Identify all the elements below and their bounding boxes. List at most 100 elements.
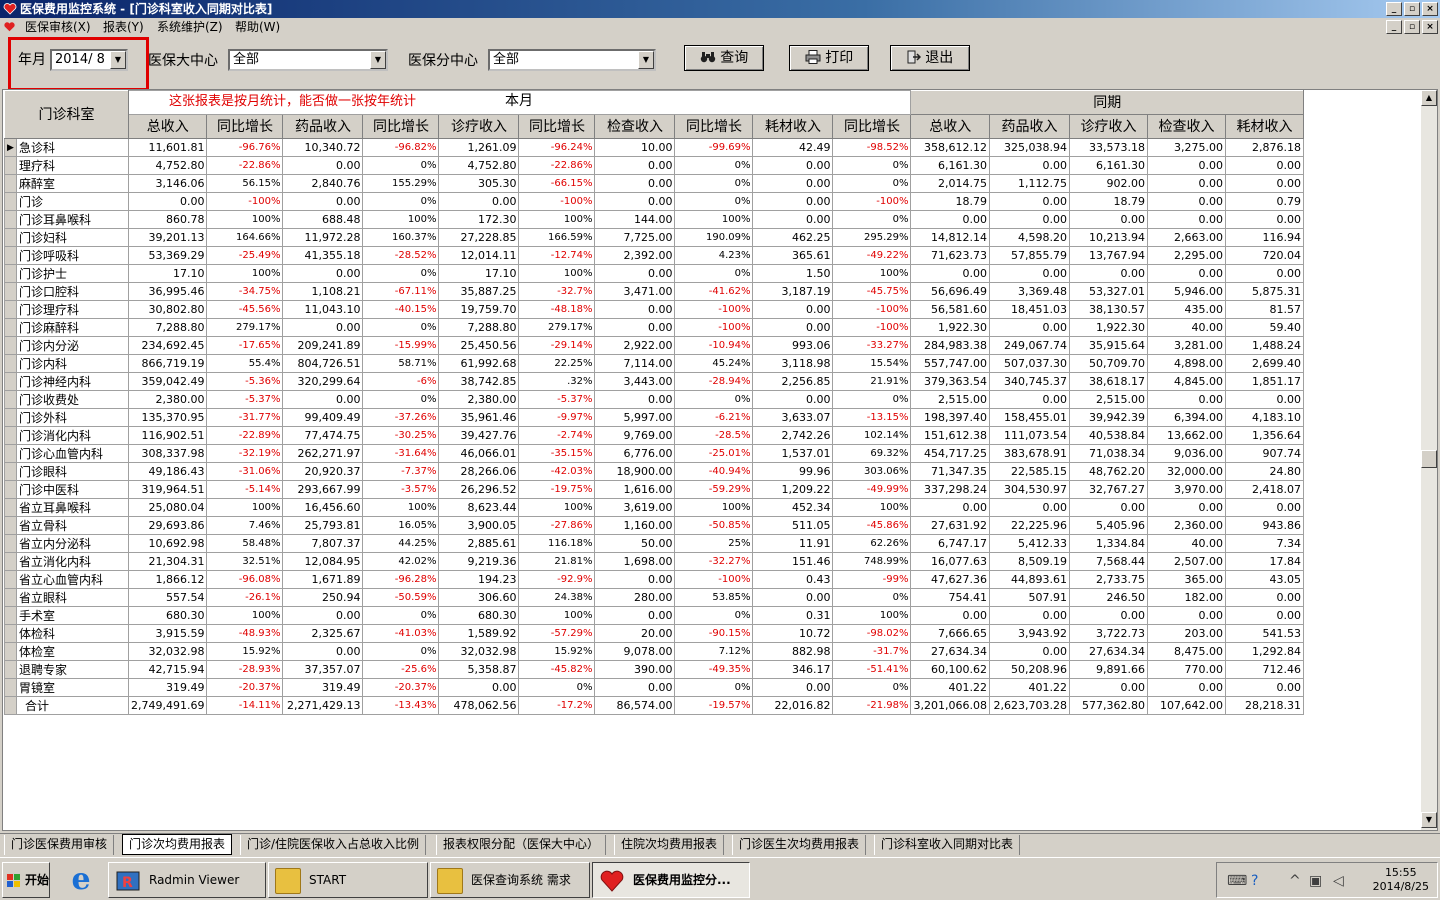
value-cell[interactable]: 6,394.00 xyxy=(1146,408,1226,427)
value-cell[interactable]: -6% xyxy=(362,372,440,391)
value-cell[interactable]: 100% xyxy=(832,264,912,283)
value-cell[interactable]: 0.00 xyxy=(1068,606,1148,625)
value-cell[interactable]: -19.57% xyxy=(674,696,754,715)
print-button[interactable]: 打印 xyxy=(789,45,869,71)
value-cell[interactable]: 144.00 xyxy=(594,210,676,229)
value-cell[interactable]: 2,840.76 xyxy=(282,174,364,193)
value-cell[interactable]: 15.92% xyxy=(206,642,284,661)
value-cell[interactable]: 0% xyxy=(362,642,440,661)
column-header[interactable]: 同比增长 xyxy=(832,114,912,139)
dept-name-cell[interactable]: 门诊眼科 xyxy=(16,462,129,481)
value-cell[interactable]: 99,409.49 xyxy=(282,408,364,427)
value-cell[interactable]: 379,363.54 xyxy=(910,372,990,391)
value-cell[interactable]: 902.00 xyxy=(1068,174,1148,193)
column-header[interactable]: 总收入 xyxy=(127,114,208,139)
dept-name-cell[interactable]: 门诊呼吸科 xyxy=(16,246,129,265)
value-cell[interactable]: 390.00 xyxy=(594,660,676,679)
value-cell[interactable]: 0.00 xyxy=(752,210,834,229)
table-row[interactable]: 省立心血管内科 1,866.12 -96.08% 1,671.89 -96.28% 194… xyxy=(4,570,1304,589)
value-cell[interactable]: 1,334.84 xyxy=(1068,534,1148,553)
value-cell[interactable]: 2,014.75 xyxy=(910,174,990,193)
table-row[interactable]: 省立消化内科 21,304.31 32.51% 12,084.95 42.02% 9,21… xyxy=(4,552,1304,571)
dept-name-cell[interactable]: 门诊护士 xyxy=(16,264,129,283)
value-cell[interactable]: -100% xyxy=(674,318,754,337)
value-cell[interactable]: -92.9% xyxy=(518,570,596,589)
value-cell[interactable]: 86,574.00 xyxy=(594,696,676,715)
column-header[interactable]: 检查收入 xyxy=(594,114,676,139)
value-cell[interactable]: 308,337.98 xyxy=(127,444,208,463)
value-cell[interactable]: 280.00 xyxy=(594,588,676,607)
value-cell[interactable]: 3,915.59 xyxy=(127,624,208,643)
value-cell[interactable]: 182.00 xyxy=(1146,588,1226,607)
child-minimize-button[interactable]: _ xyxy=(1386,20,1402,34)
value-cell[interactable]: 100% xyxy=(832,498,912,517)
value-cell[interactable]: 720.04 xyxy=(1224,246,1304,265)
value-cell[interactable]: -22.86% xyxy=(206,156,284,175)
value-cell[interactable]: 2,325.67 xyxy=(282,624,364,643)
value-cell[interactable]: -96.08% xyxy=(206,570,284,589)
value-cell[interactable]: -45.86% xyxy=(832,516,912,535)
value-cell[interactable]: 0.00 xyxy=(1146,498,1226,517)
value-cell[interactable]: -28.93% xyxy=(206,660,284,679)
menu-help[interactable]: 帮助(W) xyxy=(232,18,283,36)
value-cell[interactable]: 28,218.31 xyxy=(1224,696,1304,715)
value-cell[interactable]: 0.00 xyxy=(910,606,990,625)
value-cell[interactable]: 754.41 xyxy=(910,588,990,607)
value-cell[interactable]: 0.00 xyxy=(752,318,834,337)
value-cell[interactable]: 35,961.46 xyxy=(438,408,520,427)
value-cell[interactable]: 1,922.30 xyxy=(910,318,990,337)
value-cell[interactable]: 7,666.65 xyxy=(910,624,990,643)
dept-name-cell[interactable]: 门诊内分泌 xyxy=(16,336,129,355)
value-cell[interactable]: 50,709.70 xyxy=(1068,354,1148,373)
value-cell[interactable]: -90.15% xyxy=(674,624,754,643)
dept-name-cell[interactable]: 省立耳鼻喉科 xyxy=(16,498,129,517)
value-cell[interactable]: -28.5% xyxy=(674,426,754,445)
value-cell[interactable]: -100% xyxy=(518,192,596,211)
value-cell[interactable]: 1,488.24 xyxy=(1224,336,1304,355)
value-cell[interactable]: 7,114.00 xyxy=(594,354,676,373)
table-row[interactable]: 门诊眼科 49,186.43 -31.06% 20,920.37 -7.37% 28,26… xyxy=(4,462,1304,481)
value-cell[interactable]: 155.29% xyxy=(362,174,440,193)
value-cell[interactable]: 0.00 xyxy=(1224,156,1304,175)
value-cell[interactable]: 1,108.21 xyxy=(282,282,364,301)
table-row[interactable]: 省立骨科 29,693.86 7.46% 25,793.81 16.05% 3,900.0… xyxy=(4,516,1304,535)
value-cell[interactable]: 1,112.75 xyxy=(988,174,1070,193)
clock[interactable]: 15:55 2014/8/25 xyxy=(1373,866,1429,894)
value-cell[interactable]: 50.00 xyxy=(594,534,676,553)
row-indicator[interactable] xyxy=(4,660,17,679)
value-cell[interactable]: 160.37% xyxy=(362,228,440,247)
value-cell[interactable]: 10,213.94 xyxy=(1068,228,1148,247)
row-indicator[interactable] xyxy=(4,624,17,643)
value-cell[interactable]: 0.00 xyxy=(282,606,364,625)
value-cell[interactable]: -45.82% xyxy=(518,660,596,679)
taskbar-query-system[interactable]: 医保查询系统 需求 xyxy=(430,862,590,898)
dept-name-cell[interactable]: 门诊神经内科 xyxy=(16,372,129,391)
column-header[interactable]: 耗材收入 xyxy=(1224,114,1304,139)
value-cell[interactable]: 100% xyxy=(206,264,284,283)
row-indicator[interactable] xyxy=(4,228,17,247)
value-cell[interactable]: 27,228.85 xyxy=(438,228,520,247)
value-cell[interactable]: 42.49 xyxy=(752,138,834,157)
value-cell[interactable]: 20,920.37 xyxy=(282,462,364,481)
value-cell[interactable]: 99.96 xyxy=(752,462,834,481)
value-cell[interactable]: -10.94% xyxy=(674,336,754,355)
value-cell[interactable]: 688.48 xyxy=(282,210,364,229)
row-indicator[interactable] xyxy=(4,156,17,175)
value-cell[interactable]: 0.00 xyxy=(594,300,676,319)
keyboard-icon[interactable]: ⌨ xyxy=(1227,873,1247,889)
value-cell[interactable]: 0.00 xyxy=(594,174,676,193)
value-cell[interactable]: 42.02% xyxy=(362,552,440,571)
value-cell[interactable]: 39,201.13 xyxy=(127,228,208,247)
value-cell[interactable]: 45.24% xyxy=(674,354,754,373)
value-cell[interactable]: -50.59% xyxy=(362,588,440,607)
value-cell[interactable]: 0.00 xyxy=(438,192,520,211)
value-cell[interactable]: -2.74% xyxy=(518,426,596,445)
row-indicator[interactable] xyxy=(4,588,17,607)
value-cell[interactable]: 50,208.96 xyxy=(988,660,1070,679)
value-cell[interactable]: 16,456.60 xyxy=(282,498,364,517)
value-cell[interactable]: 2,515.00 xyxy=(1068,390,1148,409)
value-cell[interactable]: -22.89% xyxy=(206,426,284,445)
value-cell[interactable]: 0.00 xyxy=(282,642,364,661)
value-cell[interactable]: 100% xyxy=(518,498,596,517)
value-cell[interactable]: 7,725.00 xyxy=(594,228,676,247)
